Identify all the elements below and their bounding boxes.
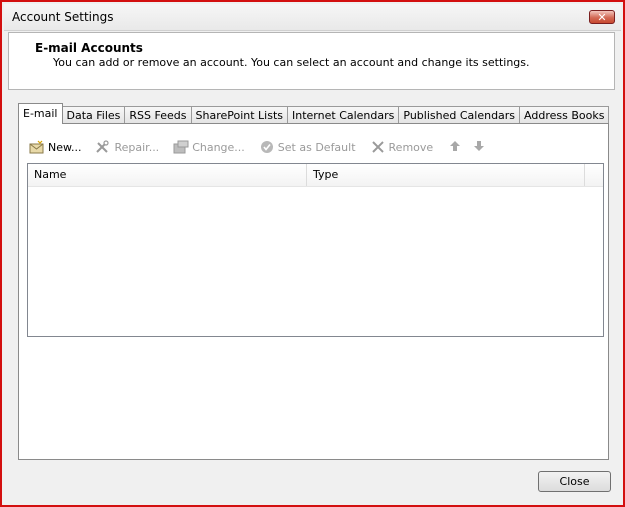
list-header: Name Type: [28, 164, 603, 187]
tab-data-files[interactable]: Data Files: [61, 106, 126, 124]
change-button[interactable]: Change...: [173, 140, 245, 154]
account-toolbar: New... Repair... Change... Set as Defaul…: [29, 138, 495, 156]
new-account-label: New...: [48, 140, 82, 154]
page-title: E-mail Accounts: [35, 41, 143, 55]
x-icon: [370, 140, 386, 154]
account-settings-window: Account Settings ✕ E-mail Accounts You c…: [0, 0, 625, 507]
remove-button[interactable]: Remove: [370, 140, 434, 154]
tab-strip: E-mail Data Files RSS Feeds SharePoint L…: [18, 103, 610, 124]
title-bar[interactable]: Account Settings ✕: [4, 4, 621, 31]
window-close-icon[interactable]: ✕: [589, 10, 615, 24]
set-default-label: Set as Default: [277, 140, 356, 154]
column-header-filler: [585, 164, 603, 186]
column-header-name[interactable]: Name: [28, 164, 307, 186]
email-tab-panel: New... Repair... Change... Set as Defaul…: [18, 123, 609, 460]
checkmark-icon: [259, 140, 275, 154]
repair-button[interactable]: Repair...: [95, 140, 159, 154]
tab-rss-feeds[interactable]: RSS Feeds: [124, 106, 192, 124]
set-default-button[interactable]: Set as Default: [259, 140, 356, 154]
tab-sharepoint-lists[interactable]: SharePoint Lists: [190, 106, 289, 124]
change-icon: [173, 140, 189, 154]
arrow-up-icon[interactable]: [447, 140, 463, 154]
arrow-down-icon[interactable]: [471, 140, 487, 154]
tab-address-books[interactable]: Address Books: [519, 106, 610, 124]
header-panel: E-mail Accounts You can add or remove an…: [8, 32, 615, 90]
new-account-button[interactable]: New...: [29, 140, 81, 154]
tab-email[interactable]: E-mail: [18, 103, 63, 124]
new-account-icon: [29, 140, 45, 154]
column-header-type[interactable]: Type: [307, 164, 585, 186]
close-button[interactable]: Close: [538, 471, 611, 492]
tab-internet-calendars[interactable]: Internet Calendars: [287, 106, 400, 124]
tab-published-calendars[interactable]: Published Calendars: [398, 106, 521, 124]
accounts-list[interactable]: Name Type: [27, 163, 604, 337]
remove-label: Remove: [388, 140, 434, 154]
change-label: Change...: [192, 140, 245, 154]
page-description: You can add or remove an account. You ca…: [53, 56, 530, 69]
window-title: Account Settings: [12, 10, 114, 24]
repair-label: Repair...: [114, 140, 160, 154]
repair-tools-icon: [95, 140, 111, 154]
